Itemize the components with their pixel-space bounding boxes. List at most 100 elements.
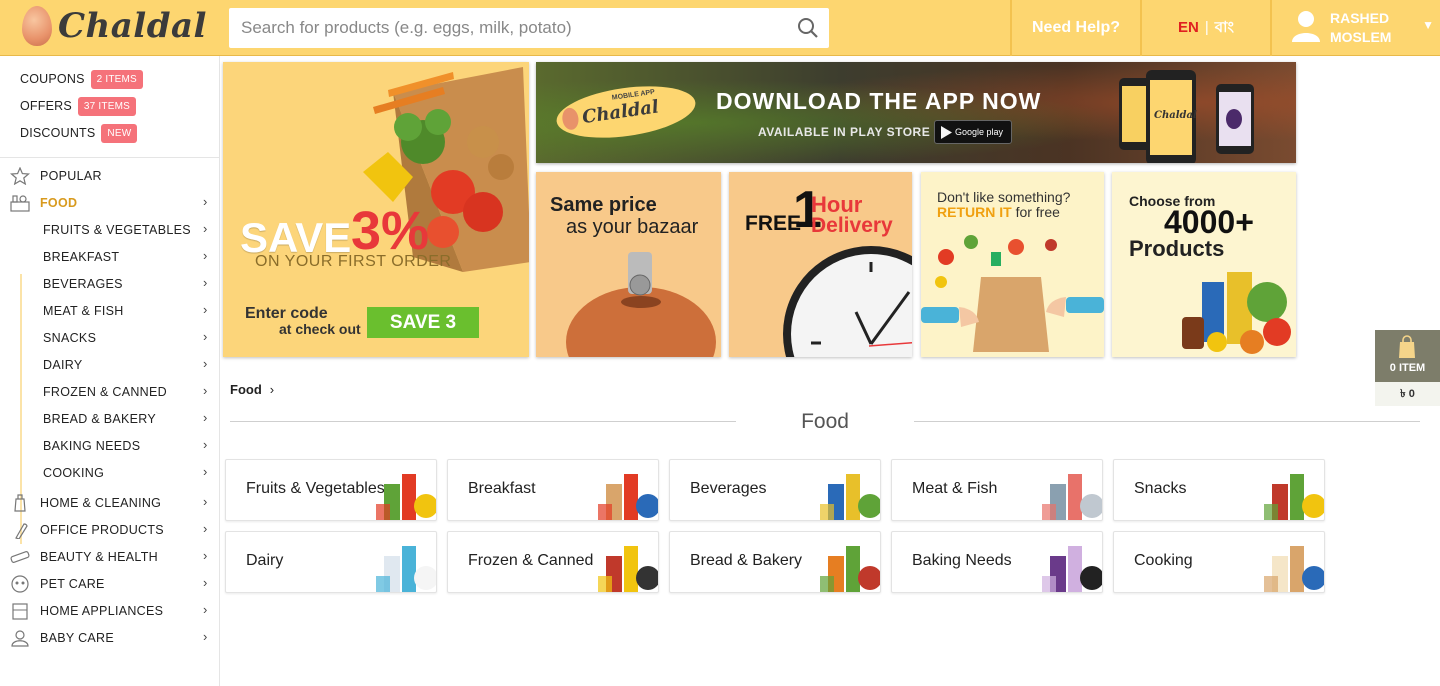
promo-offers[interactable]: OFFERS 37 ITEMS [20, 97, 136, 116]
sidebar-item-label: PET CARE [40, 577, 105, 591]
sidebar-item-label: COOKING [43, 466, 105, 480]
sidebar-item-label: BREAD & BAKERY [43, 412, 157, 426]
promo-label: OFFERS [20, 98, 72, 113]
sidebar-subitem-baking-needs[interactable]: BAKING NEEDS › [0, 433, 219, 460]
sidebar-subitem-frozen-canned[interactable]: FROZEN & CANNED › [0, 379, 219, 406]
app-headline: DOWNLOAD THE APP NOW [716, 88, 1042, 114]
sidebar-item-label: SNACKS [43, 331, 97, 345]
chevron-right-icon: › [203, 275, 208, 290]
category-tile-meat-fish[interactable]: Meat & Fish [891, 459, 1103, 521]
dont-like-text: Don't like something? [937, 189, 1071, 205]
lang-en-option[interactable]: EN [1178, 19, 1199, 36]
category-tile-breakfast[interactable]: Breakfast [447, 459, 659, 521]
category-tile-label: Frozen & Canned [468, 552, 594, 569]
sidebar-item-food[interactable]: FOOD › [0, 190, 219, 217]
category-tile-bread-bakery[interactable]: Bread & Bakery [669, 531, 881, 593]
return-policy-banner[interactable]: Don't like something? RETURN IT for free [921, 172, 1104, 357]
sidebar-subitem-beverages[interactable]: BEVERAGES › [0, 271, 219, 298]
sidebar-subitem-dairy[interactable]: DAIRY › [0, 352, 219, 379]
user-avatar-icon [1292, 11, 1320, 42]
sidebar-item-label: BEVERAGES [43, 277, 123, 291]
piggy-bank-illustration [566, 252, 716, 357]
caret-down-icon: ▼ [1422, 18, 1434, 32]
search-icon[interactable] [797, 17, 819, 39]
star-icon [10, 167, 30, 185]
first-order-text: ON YOUR FIRST ORDER [255, 253, 452, 270]
breadcrumb-food[interactable]: Food [230, 382, 262, 397]
need-help-button[interactable]: Need Help? [1012, 0, 1140, 56]
lang-bn-option[interactable]: বাং [1215, 19, 1234, 36]
lang-separator: | [1204, 19, 1209, 36]
chevron-right-icon: › [203, 356, 208, 371]
sidebar-item-baby-care[interactable]: BABY CARE › [0, 625, 219, 652]
promo-label: DISCOUNTS [20, 125, 96, 140]
chevron-right-icon: › [203, 248, 208, 263]
chevron-right-icon: › [203, 410, 208, 425]
category-tile-label: Meat & Fish [912, 480, 998, 497]
phone-logo-text: Chaldal [1154, 110, 1197, 121]
category-tile-cooking[interactable]: Cooking [1113, 531, 1325, 593]
search-input[interactable] [229, 8, 769, 48]
chevron-right-icon: › [203, 494, 208, 509]
sidebar-item-home-appliances[interactable]: HOME APPLIANCES › [0, 598, 219, 625]
sidebar-subitem-snacks[interactable]: SNACKS › [0, 325, 219, 352]
category-tile-fruits-vegetables[interactable]: Fruits & Vegetables [225, 459, 437, 521]
category-product-image [1264, 474, 1324, 520]
lipstick-icon [10, 551, 30, 563]
pet-icon [11, 575, 29, 593]
sidebar-subitem-cooking[interactable]: COOKING › [0, 460, 219, 487]
category-tile-dairy[interactable]: Dairy [225, 531, 437, 593]
sidebar-item-popular[interactable]: POPULAR [0, 163, 219, 190]
same-price-text: Same price [550, 194, 657, 216]
same-price-banner[interactable]: Same price as your bazaar [536, 172, 721, 357]
category-tile-beverages[interactable]: Beverages [669, 459, 881, 521]
category-product-image [820, 546, 880, 592]
sidebar-item-office-products[interactable]: OFFICE PRODUCTS › [0, 517, 219, 544]
one-hour-delivery-banner[interactable]: FREE 1 Hour Delivery [729, 172, 912, 357]
sidebar-item-label: FOOD [40, 196, 78, 210]
chevron-right-icon: › [203, 464, 208, 479]
sidebar-item-beauty-health[interactable]: BEAUTY & HEALTH › [0, 544, 219, 571]
chevron-right-icon: › [203, 437, 208, 452]
chaldal-logo[interactable]: Chaldal [20, 4, 206, 50]
category-tile-baking-needs[interactable]: Baking Needs [891, 531, 1103, 593]
sidebar-subitem-meat-fish[interactable]: MEAT & FISH › [0, 298, 219, 325]
category-tile-frozen-canned[interactable]: Frozen & Canned [447, 531, 659, 593]
products-count-banner[interactable]: Choose from 4000+ Products [1112, 172, 1296, 357]
user-menu[interactable]: RASHED MOSLEM ▼ [1272, 0, 1440, 56]
category-product-image [820, 474, 880, 520]
promo-discounts[interactable]: DISCOUNTS NEW [20, 124, 138, 143]
category-tile-snacks[interactable]: Snacks [1113, 459, 1325, 521]
chevron-right-icon: › [203, 521, 208, 536]
sidebar-item-label: DAIRY [43, 358, 83, 372]
sidebar-item-pet-care[interactable]: PET CARE › [0, 571, 219, 598]
chevron-right-icon: › [203, 629, 208, 644]
promo-badge: NEW [101, 124, 138, 143]
google-play-badge[interactable]: Google play [934, 120, 1012, 144]
sidebar-subitem-bread-bakery[interactable]: BREAD & BAKERY › [0, 406, 219, 433]
breadcrumb: Food › [230, 382, 274, 397]
category-tile-label: Cooking [1134, 552, 1193, 569]
save-3-percent-banner[interactable]: SAVE 3% ON YOUR FIRST ORDER Enter code a… [223, 62, 529, 357]
category-product-image [1264, 546, 1324, 592]
promo-badge: 2 ITEMS [90, 70, 143, 89]
category-tile-label: Fruits & Vegetables [246, 480, 385, 497]
download-app-banner[interactable]: MOBILE APP Chaldal DOWNLOAD THE APP NOW … [536, 62, 1296, 163]
sidebar-subitem-fruits-vegetables[interactable]: FRUITS & VEGETABLES › [0, 217, 219, 244]
category-tile-label: Beverages [690, 480, 767, 497]
user-first-name: RASHED [1330, 10, 1390, 26]
promo-coupons[interactable]: COUPONS 2 ITEMS [20, 70, 143, 89]
products-illustration [1182, 272, 1291, 354]
sidebar-item-home-cleaning[interactable]: HOME & CLEANING › [0, 490, 219, 517]
category-tile-label: Baking Needs [912, 552, 1012, 569]
sidebar-item-label: BEAUTY & HEALTH [40, 550, 158, 564]
category-product-image [376, 474, 436, 520]
sidebar-subitem-breakfast[interactable]: BREAKFAST › [0, 244, 219, 271]
category-tile-label: Bread & Bakery [690, 552, 803, 569]
sidebar-item-label: MEAT & FISH [43, 304, 124, 318]
at-checkout-text: at check out [279, 321, 361, 337]
baby-icon [11, 630, 29, 647]
cart-total: ৳ 0 [1375, 382, 1440, 406]
for-free-text: for free [1015, 204, 1060, 220]
floating-cart[interactable]: 0 ITEM ৳ 0 [1375, 330, 1440, 406]
